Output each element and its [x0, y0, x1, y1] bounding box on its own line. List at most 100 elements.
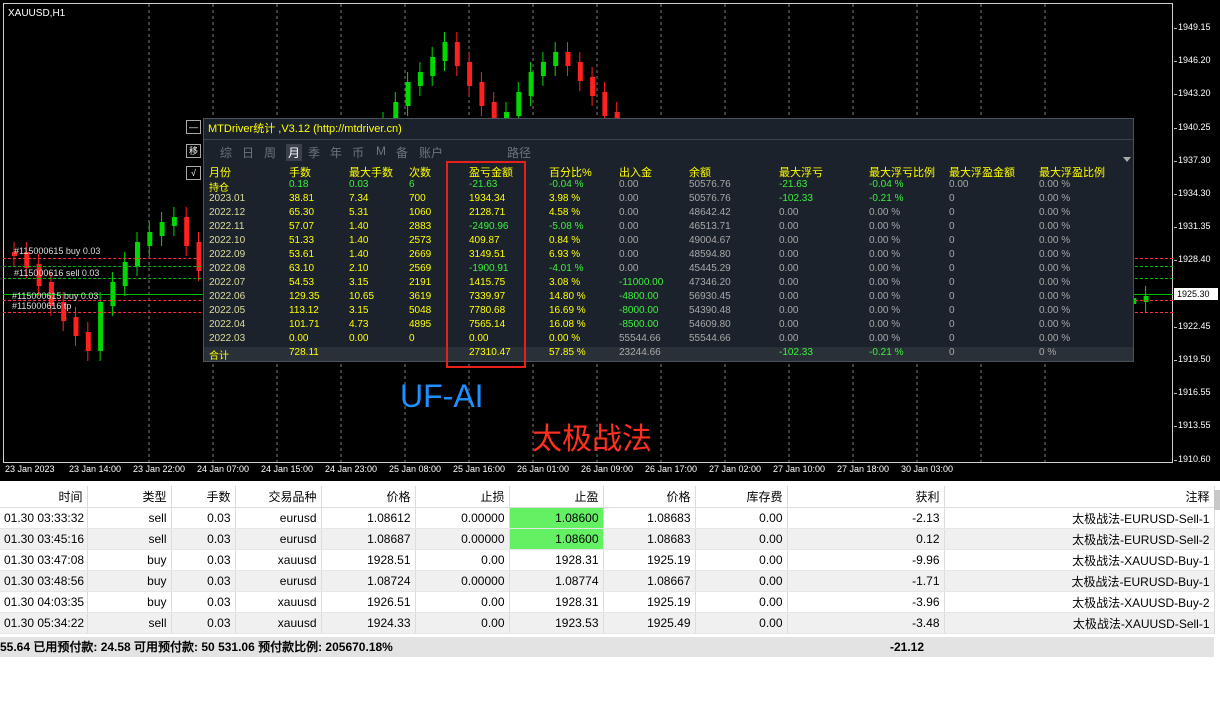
- order-cell: 01.30 03:33:32: [0, 507, 88, 529]
- stats-tab[interactable]: 季: [308, 144, 320, 161]
- order-cell: 0.00: [695, 528, 788, 550]
- stats-cell: 0.00 %: [869, 207, 901, 218]
- stats-cell: 0.00: [779, 305, 799, 316]
- stats-cell: -102.33: [779, 193, 813, 204]
- orders-col-header[interactable]: 止盈: [509, 486, 604, 508]
- stats-tab[interactable]: 路径: [507, 144, 531, 161]
- candle-body: [454, 42, 460, 66]
- order-tag[interactable]: #115000615 buy 0.03: [14, 246, 100, 256]
- stats-cell: 0: [949, 305, 955, 316]
- orders-col-header[interactable]: 手数: [171, 486, 236, 508]
- stats-cell: 0.00 %: [869, 221, 901, 232]
- stats-cell: 63.10: [289, 263, 315, 274]
- order-row[interactable]: 01.30 03:47:08 buy 0.03 xauusd 1928.51 0.00 19…: [0, 549, 1215, 571]
- stats-cell: 728.11: [289, 347, 319, 358]
- stats-tab[interactable]: M: [376, 144, 386, 158]
- candle-body: [479, 82, 485, 106]
- stats-cell: 0.00 %: [1039, 221, 1071, 232]
- orders-col-header[interactable]: 交易品种: [235, 486, 322, 508]
- orders-col-header[interactable]: 时间: [0, 486, 88, 508]
- stats-cell: 56930.45: [689, 291, 731, 302]
- orders-col-header[interactable]: 价格: [603, 486, 696, 508]
- stats-cell: 2022.03: [209, 333, 246, 344]
- stats-cell: 129.35: [289, 291, 320, 302]
- move-button[interactable]: 移: [186, 144, 201, 158]
- stats-cell: 2191: [409, 277, 432, 288]
- stats-cell: 0: [949, 319, 955, 330]
- candle-body: [553, 52, 559, 66]
- order-cell: 0.12: [787, 528, 945, 550]
- order-row[interactable]: 01.30 04:03:35 buy 0.03 xauusd 1926.51 0.00 19…: [0, 591, 1215, 613]
- stats-cell: -0.04 %: [869, 179, 904, 190]
- order-row[interactable]: 01.30 05:34:22 sell 0.03 xauusd 1924.33 0.00 1…: [0, 612, 1215, 634]
- candle-body: [85, 332, 91, 351]
- stats-tab[interactable]: 备: [396, 144, 408, 161]
- orders-col-header[interactable]: 止损: [415, 486, 510, 508]
- orders-col-header[interactable]: 库存费: [695, 486, 788, 508]
- candle-body: [73, 317, 79, 336]
- orders-col-header[interactable]: 注释: [944, 486, 1215, 508]
- order-row[interactable]: 01.30 03:48:56 buy 0.03 eurusd 1.08724 0.0000…: [0, 570, 1215, 592]
- stats-cell: 50576.76: [689, 179, 731, 190]
- watermark-taiji: 太极战法: [532, 423, 652, 456]
- stats-cell: 0.00 %: [549, 333, 581, 344]
- order-row[interactable]: 01.30 03:33:32 sell 0.03 eurusd 1.08612 0.000…: [0, 507, 1215, 529]
- stats-cell: 2022.06: [209, 291, 246, 302]
- stats-cell: 0.00: [619, 179, 639, 190]
- stats-row: 2022.05 113.12 3.15 5048 7780.68 16.69 % -8000…: [204, 305, 1133, 319]
- stats-cell: 1.40: [349, 235, 369, 246]
- stats-tab[interactable]: 账户: [419, 144, 443, 161]
- stats-cell: 23244.66: [619, 347, 661, 358]
- stats-cell: 0.00: [779, 235, 799, 246]
- stats-cell: 2569: [409, 263, 432, 274]
- order-cell: 太极战法-XAUUSD-Buy-2: [944, 591, 1215, 613]
- minimize-button[interactable]: —: [186, 120, 201, 134]
- stats-cell: 16.08 %: [549, 319, 586, 330]
- stats-cell: 2023.01: [209, 193, 246, 204]
- stats-cell: 0: [949, 277, 955, 288]
- stats-tab[interactable]: 综: [220, 144, 232, 161]
- scrollbar-thumb[interactable]: [1214, 490, 1220, 510]
- price-tick: 1910.60: [1174, 453, 1211, 464]
- current-price-label: 1925.30: [1174, 288, 1218, 300]
- stats-row: 2022.12 65.30 5.31 1060 2128.71 4.58 % 0.00 486…: [204, 207, 1133, 221]
- stats-cell: -4.01 %: [549, 263, 584, 274]
- stats-cell: 57.07: [289, 221, 315, 232]
- orders-col-header[interactable]: 价格: [321, 486, 416, 508]
- candle-body: [442, 42, 448, 61]
- stats-cell: 0.00: [779, 263, 799, 274]
- candle-body: [1143, 296, 1149, 302]
- stats-cell: 4.73: [349, 319, 369, 330]
- summary-text: 55.64 已用预付款: 24.58 可用预付款: 50 531.06 预付款比…: [0, 640, 393, 654]
- stats-tab[interactable]: 年: [330, 144, 342, 161]
- check-button[interactable]: √: [186, 166, 201, 180]
- order-tag[interactable]: #115000616 sell 0.03: [14, 268, 99, 278]
- stats-cell: 0.00: [779, 249, 799, 260]
- order-tag[interactable]: #115000616 tp: [12, 301, 71, 311]
- order-cell: 1.08683: [603, 507, 696, 529]
- order-row[interactable]: 01.30 03:45:16 sell 0.03 eurusd 1.08687 0.000…: [0, 528, 1215, 550]
- time-tick: 24 Jan 23:00: [325, 464, 378, 474]
- candle-body: [467, 62, 473, 86]
- stats-tabs: 综日周月季年币 M 备账户 路径: [204, 140, 1133, 161]
- stats-cell: 0.00 %: [1039, 291, 1071, 302]
- order-cell: buy: [87, 570, 172, 592]
- stats-cell: 0.00: [289, 333, 309, 344]
- dropdown-icon[interactable]: [1123, 157, 1131, 162]
- stats-tab[interactable]: 月: [286, 144, 303, 161]
- stats-cell: 0.00 %: [869, 249, 901, 260]
- order-cell: -1.71: [787, 570, 945, 592]
- orders-col-header[interactable]: 获利: [787, 486, 945, 508]
- order-cell: -2.13: [787, 507, 945, 529]
- stats-cell: 0.00: [779, 277, 799, 288]
- price-chart[interactable]: XAUUSD,H1 1949.15 1946.20 1943.20 1940.25 19…: [0, 0, 1220, 481]
- orders-col-header[interactable]: 类型: [87, 486, 172, 508]
- order-tag[interactable]: #115000615 buy 0.03: [12, 291, 98, 301]
- stats-tab[interactable]: 币: [352, 144, 364, 161]
- stats-col-header: 最大浮盈金额: [949, 167, 1015, 179]
- order-cell: eurusd: [235, 570, 322, 592]
- stats-col-header: 手数: [289, 167, 311, 179]
- order-cell: 1.08724: [321, 570, 416, 592]
- stats-tab[interactable]: 周: [264, 144, 276, 161]
- stats-tab[interactable]: 日: [242, 144, 254, 161]
